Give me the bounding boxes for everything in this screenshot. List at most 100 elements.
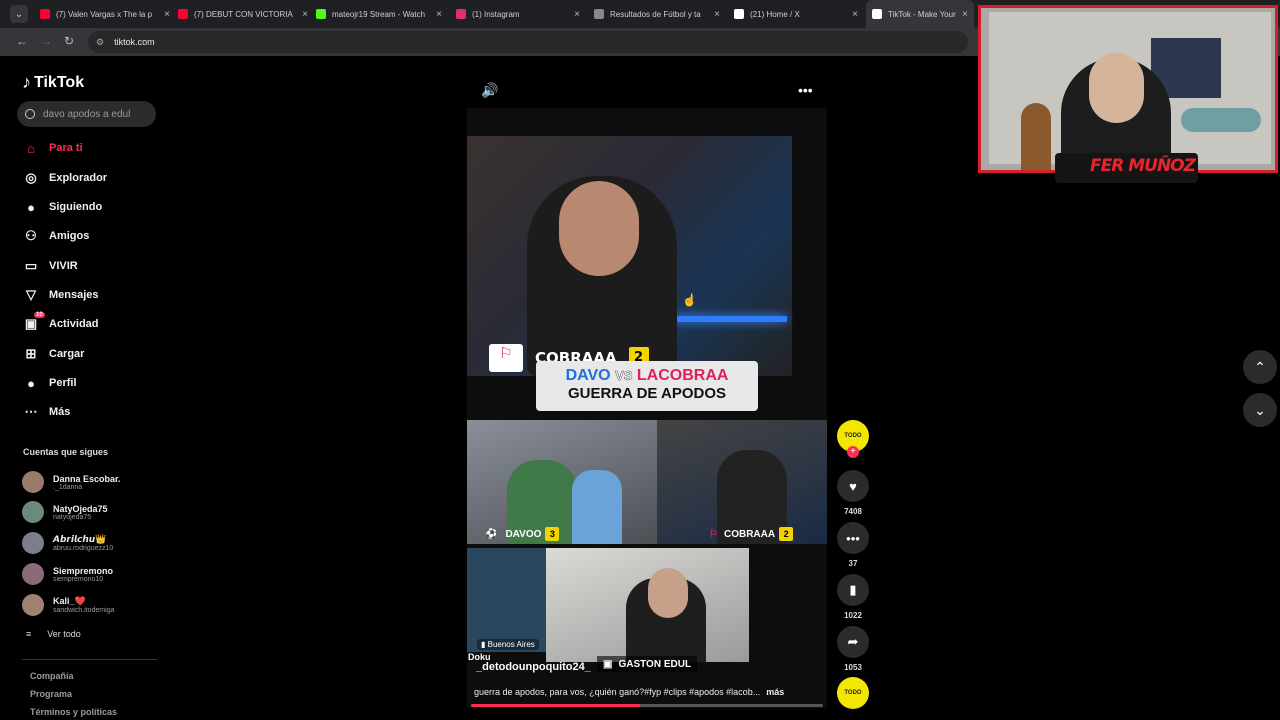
list-icon: ≡: [26, 629, 32, 639]
tab-favicon-icon: [872, 9, 882, 19]
search-input[interactable]: davo apodos a edul: [17, 101, 156, 127]
share-count: 1053: [844, 663, 862, 672]
followed-account[interactable]: Danna Escobar. ._1danna: [22, 469, 121, 495]
sidebar-item-cargar[interactable]: ⊞ Cargar: [22, 343, 85, 365]
sidebar-item-label: Explorador: [49, 172, 108, 184]
avatar: [22, 471, 44, 493]
back-icon[interactable]: ←: [16, 34, 28, 48]
save-action[interactable]: ▮ 1022: [837, 574, 869, 620]
close-tab-icon[interactable]: ×: [164, 9, 170, 20]
music-disc-avatar[interactable]: TODO: [837, 677, 869, 709]
sidebar-item-para-ti[interactable]: ⌂ Para ti: [22, 137, 83, 159]
bookmark-icon[interactable]: ▮: [837, 574, 869, 606]
streamer-head: [559, 181, 639, 276]
avatar: [22, 532, 44, 554]
tiktok-note-icon: ♪: [22, 72, 31, 92]
site-info-icon[interactable]: ⚙: [96, 37, 104, 48]
share-icon[interactable]: ➦: [837, 626, 869, 658]
account-handle: natyojeda75: [53, 513, 92, 521]
volume-icon[interactable]: 🔊: [481, 82, 498, 99]
tab-favicon-icon: [734, 9, 744, 19]
video-player[interactable]: ⚐ COBRAAA 2 DAVO VS LACOBRAA GUERRA DE A…: [467, 108, 827, 708]
browser-tab[interactable]: Resultados de Fútbol y ta ×: [588, 0, 726, 28]
location-tag[interactable]: ▮ Buenos Aires: [477, 639, 539, 650]
sidebar-item-más[interactable]: ⋯ Más: [22, 401, 71, 423]
comment-action[interactable]: ••• 37: [837, 522, 869, 568]
browser-tab[interactable]: (1) Instagram ×: [450, 0, 586, 28]
close-tab-icon[interactable]: ×: [962, 9, 968, 20]
next-video-button[interactable]: ⌄: [1243, 393, 1277, 427]
sidebar-item-amigos[interactable]: ⚇ Amigos: [22, 225, 89, 247]
sidebar-item-actividad[interactable]: ▣ 10 Actividad: [22, 312, 99, 335]
close-tab-icon[interactable]: ×: [852, 9, 858, 20]
account-handle: sandwich.itodemiga: [53, 607, 115, 614]
video-progress-fill: [471, 704, 640, 707]
comment-icon[interactable]: •••: [837, 522, 869, 554]
account-name: Siempremono: [53, 565, 114, 576]
tab-title: mateojr19 Stream - Watch: [332, 9, 426, 19]
webcam-microphone: [1181, 108, 1261, 132]
video-frame-top: ⚐ COBRAAA 2: [467, 136, 792, 376]
see-all-button[interactable]: ≡ Ver todo: [26, 629, 81, 639]
account-handle: siempremono10: [53, 575, 104, 583]
url-field[interactable]: ⚙ tiktok.com: [88, 31, 968, 53]
close-tab-icon[interactable]: ×: [436, 9, 442, 20]
follow-plus-button[interactable]: +: [847, 446, 859, 458]
club-badge-icon: ⚽: [485, 528, 498, 540]
followed-account[interactable]: Kali_❤️ sandwich.itodemiga: [22, 592, 114, 618]
sidebar-item-perfil[interactable]: ● Perfil: [22, 372, 76, 394]
browser-tab[interactable]: mateojr19 Stream - Watch ×: [310, 0, 448, 28]
video-author[interactable]: _detodounpoquito24_: [476, 661, 591, 673]
person-jersey: [572, 470, 622, 544]
close-tab-icon[interactable]: ×: [714, 9, 720, 20]
like-action[interactable]: ♥ 7408: [837, 470, 869, 516]
followed-account[interactable]: Siempremono siempremono10: [22, 561, 113, 587]
followed-account[interactable]: NatyOjeda75 natyojeda75: [22, 499, 108, 525]
followed-account[interactable]: 𝘼𝙗𝙧𝙞𝙡𝙘𝙝𝙪👑 abruu.rodriguezz10: [22, 530, 113, 556]
close-tab-icon[interactable]: ×: [302, 9, 308, 20]
tiktok-logo[interactable]: ♪ TikTok: [22, 72, 84, 93]
tab-title: (7) Valen Vargas x The la p: [56, 9, 153, 19]
footer-company[interactable]: Compañía: [30, 671, 74, 681]
share-action[interactable]: ➦ 1053: [837, 626, 869, 672]
sidebar-item-vivir[interactable]: ▭ VIVIR: [22, 255, 78, 277]
avatar-icon: ●: [27, 199, 35, 215]
previous-video-button[interactable]: ⌃: [1243, 350, 1277, 384]
mouse-pointer-icon: ☝: [682, 293, 697, 307]
compass-icon: ◎: [25, 170, 37, 185]
sidebar-item-mensajes[interactable]: ▽ Mensajes: [22, 284, 99, 306]
sidebar-item-siguiendo[interactable]: ● Siguiendo: [22, 196, 102, 218]
avatar: [22, 501, 44, 523]
sidebar-item-label: VIVIR: [49, 260, 78, 272]
caption-text: guerra de apodos, para vos, ¿quién ganó?…: [474, 687, 761, 697]
left-name-tag: ⚽ DAVOO 3: [485, 526, 560, 542]
bottom-name: GASTON EDUL: [618, 658, 692, 670]
browser-tab[interactable]: (7) Valen Vargas x The la p ×: [34, 0, 176, 28]
footer-terms[interactable]: Términos y políticas: [30, 707, 117, 717]
tab-search-button[interactable]: ⌄: [10, 5, 28, 23]
sidebar-item-label: Mensajes: [49, 289, 99, 301]
friends-icon: ⚇: [25, 228, 37, 243]
browser-tab[interactable]: TikTok - Make Your D ×: [866, 0, 974, 28]
browser-tab[interactable]: (7) DEBUT CON VICTORIA ×: [172, 0, 314, 28]
title-line-2: GUERRA DE APODOS: [567, 385, 727, 402]
footer-program[interactable]: Programa: [30, 689, 72, 699]
more-button[interactable]: más: [766, 687, 784, 697]
more-options-icon[interactable]: •••: [798, 82, 813, 98]
video-progress-bar[interactable]: [471, 704, 823, 707]
sidebar-item-label: Actividad: [49, 318, 99, 330]
location-pin-icon: ▮: [481, 640, 488, 649]
tab-favicon-icon: [594, 9, 604, 19]
more-dots-icon: ⋯: [24, 404, 38, 419]
close-tab-icon[interactable]: ×: [574, 9, 580, 20]
sidebar-item-explorador[interactable]: ◎ Explorador: [22, 167, 107, 189]
like-count: 7408: [844, 507, 862, 516]
upload-icon: ⊞: [25, 346, 37, 361]
browser-tab[interactable]: (21) Home / X ×: [728, 0, 864, 28]
webcam-overlay: [978, 5, 1278, 173]
heart-icon[interactable]: ♥: [837, 470, 869, 502]
forward-icon[interactable]: →: [40, 34, 52, 48]
tab-title: (7) DEBUT CON VICTORIA: [194, 9, 293, 19]
account-handle: abruu.rodriguezz10: [53, 545, 114, 552]
reload-icon[interactable]: ↻: [64, 34, 74, 48]
